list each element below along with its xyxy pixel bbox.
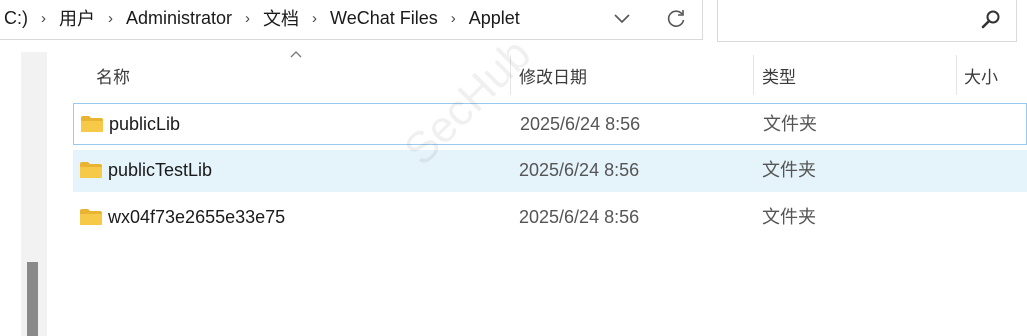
breadcrumb-wechat-files[interactable]: WeChat Files — [326, 8, 442, 29]
search-icon[interactable] — [980, 8, 1002, 30]
breadcrumb-applet[interactable]: Applet — [465, 8, 524, 29]
file-type: 文件夹 — [762, 207, 816, 227]
chevron-right-icon[interactable]: › — [32, 10, 55, 27]
column-header-size[interactable]: 大小 — [964, 60, 1024, 90]
chevron-right-icon[interactable]: › — [236, 10, 259, 27]
file-modified: 2025/6/24 8:56 — [520, 114, 641, 134]
refresh-button[interactable] — [662, 6, 690, 32]
chevron-down-icon — [614, 14, 630, 24]
folder-icon — [80, 162, 102, 178]
breadcrumb: C:) › 用户 › Administrator › 文档 › WeChat F… — [0, 0, 524, 36]
file-type: 文件夹 — [763, 114, 817, 134]
file-row[interactable]: wx04f73e2655e33e75 2025/6/24 8:56 文件夹 — [73, 197, 1027, 239]
chevron-right-icon[interactable]: › — [99, 10, 122, 27]
column-header-name[interactable]: 名称 — [96, 60, 506, 90]
file-name: publicTestLib — [108, 160, 213, 180]
breadcrumb-administrator[interactable]: Administrator — [122, 8, 236, 29]
nav-scrollbar-thumb[interactable] — [27, 262, 38, 336]
sort-ascending-icon — [290, 51, 302, 58]
file-modified: 2025/6/24 8:56 — [519, 207, 640, 227]
breadcrumb-users[interactable]: 用户 — [55, 5, 99, 31]
column-header-type[interactable]: 类型 — [762, 60, 952, 90]
file-name: publicLib — [109, 114, 181, 134]
breadcrumb-drive[interactable]: C:) — [0, 8, 32, 29]
column-divider[interactable] — [510, 55, 511, 95]
refresh-icon — [667, 10, 685, 27]
column-divider[interactable] — [956, 55, 957, 95]
file-row[interactable]: publicTestLib 2025/6/24 8:56 文件夹 — [73, 150, 1027, 192]
breadcrumb-documents[interactable]: 文档 — [259, 5, 303, 31]
column-header-modified[interactable]: 修改日期 — [519, 60, 749, 90]
file-name: wx04f73e2655e33e75 — [108, 207, 286, 227]
file-row[interactable]: publicLib 2025/6/24 8:56 文件夹 — [73, 103, 1027, 145]
folder-icon — [80, 209, 102, 225]
search-input[interactable] — [717, 0, 1017, 42]
history-dropdown-button[interactable] — [608, 6, 636, 32]
file-type: 文件夹 — [762, 160, 816, 180]
folder-icon — [81, 116, 103, 132]
file-modified: 2025/6/24 8:56 — [519, 160, 640, 180]
chevron-right-icon[interactable]: › — [303, 10, 326, 27]
address-bar[interactable]: C:) › 用户 › Administrator › 文档 › WeChat F… — [0, 0, 703, 40]
chevron-right-icon[interactable]: › — [442, 10, 465, 27]
column-divider[interactable] — [753, 55, 754, 95]
